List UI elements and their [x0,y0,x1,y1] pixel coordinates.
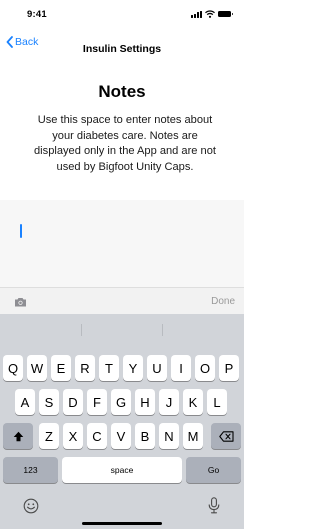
key-q[interactable]: Q [3,355,23,381]
microphone-icon[interactable] [208,497,220,514]
key-x[interactable]: X [63,423,83,449]
done-button[interactable]: Done [211,296,235,307]
key-d[interactable]: D [63,389,83,415]
key-p[interactable]: P [219,355,239,381]
shift-key[interactable] [3,423,33,449]
keyboard: Q W E R T Y U I O P A S D F G H J K L Z … [0,314,244,529]
notes-text-area[interactable] [0,200,244,287]
suggestion-divider [81,324,82,336]
key-j[interactable]: J [159,389,179,415]
key-n[interactable]: N [159,423,179,449]
key-o[interactable]: O [195,355,215,381]
key-v[interactable]: V [111,423,131,449]
description-line: your diabetes care. Notes are [52,129,198,142]
key-t[interactable]: T [99,355,119,381]
key-r[interactable]: R [75,355,95,381]
navigation-bar: Back Insulin Settings [0,28,244,56]
text-cursor [20,224,22,238]
keyboard-accessory-bar: Done [0,287,244,314]
key-y[interactable]: Y [123,355,143,381]
status-icons [191,10,233,18]
status-time: 9:41 [27,9,47,20]
key-l[interactable]: L [207,389,227,415]
description-line: used by Bigfoot Unity Caps. [56,160,194,173]
wifi-icon [205,10,215,18]
key-i[interactable]: I [171,355,191,381]
home-indicator [82,522,162,525]
key-z[interactable]: Z [39,423,59,449]
battery-icon [218,10,233,18]
key-w[interactable]: W [27,355,47,381]
key-m[interactable]: M [183,423,203,449]
signal-icon [191,10,202,18]
suggestion-bar[interactable] [0,314,244,344]
delete-icon [218,430,234,442]
key-u[interactable]: U [147,355,167,381]
emoji-icon[interactable] [23,498,39,514]
go-key[interactable]: Go [186,457,241,483]
status-bar: 9:41 [0,0,244,28]
space-key[interactable]: space [62,457,182,483]
description-line: displayed only in the App and are not [34,145,216,157]
key-h[interactable]: H [135,389,155,415]
key-b[interactable]: B [135,423,155,449]
camera-icon[interactable] [14,297,27,307]
key-s[interactable]: S [39,389,59,415]
key-f[interactable]: F [87,389,107,415]
key-k[interactable]: K [183,389,203,415]
key-c[interactable]: C [87,423,107,449]
shift-icon [13,431,23,441]
page-title: Notes [98,82,146,101]
nav-title: Insulin Settings [82,43,162,55]
key-e[interactable]: E [51,355,71,381]
delete-key[interactable] [211,423,241,449]
key-g[interactable]: G [111,389,131,415]
notes-description: Use this space to enter notes about your… [14,113,236,175]
suggestion-divider [162,324,163,336]
description-line: Use this space to enter notes about [37,114,213,126]
key-a[interactable]: A [15,389,35,415]
numbers-key[interactable]: 123 [3,457,58,483]
